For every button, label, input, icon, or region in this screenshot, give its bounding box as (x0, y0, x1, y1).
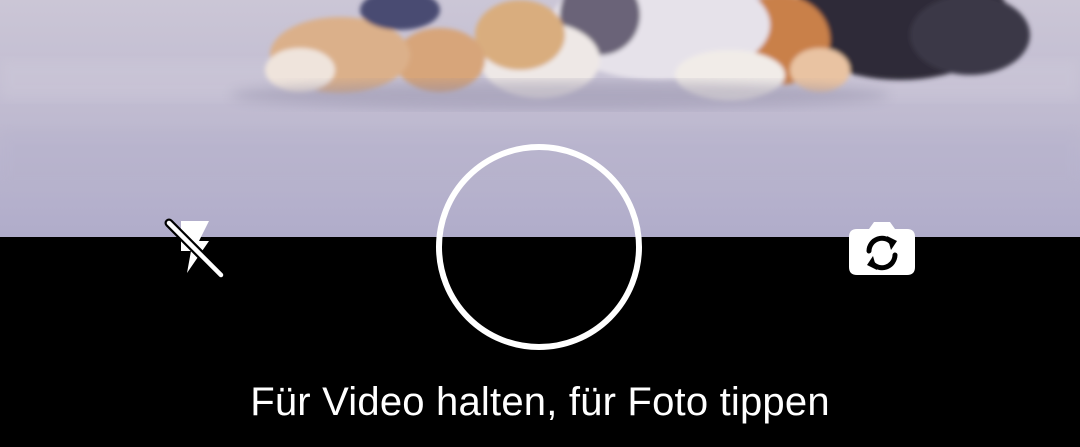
camera-screen: Für Video halten, für Foto tippen (0, 0, 1080, 447)
capture-hint-text: Für Video halten, für Foto tippen (250, 380, 830, 424)
switch-camera-button[interactable] (846, 215, 918, 279)
shutter-button[interactable] (436, 144, 642, 350)
flash-toggle-button[interactable] (163, 215, 227, 279)
flash-off-icon (164, 218, 226, 279)
switch-camera-icon (849, 222, 915, 275)
